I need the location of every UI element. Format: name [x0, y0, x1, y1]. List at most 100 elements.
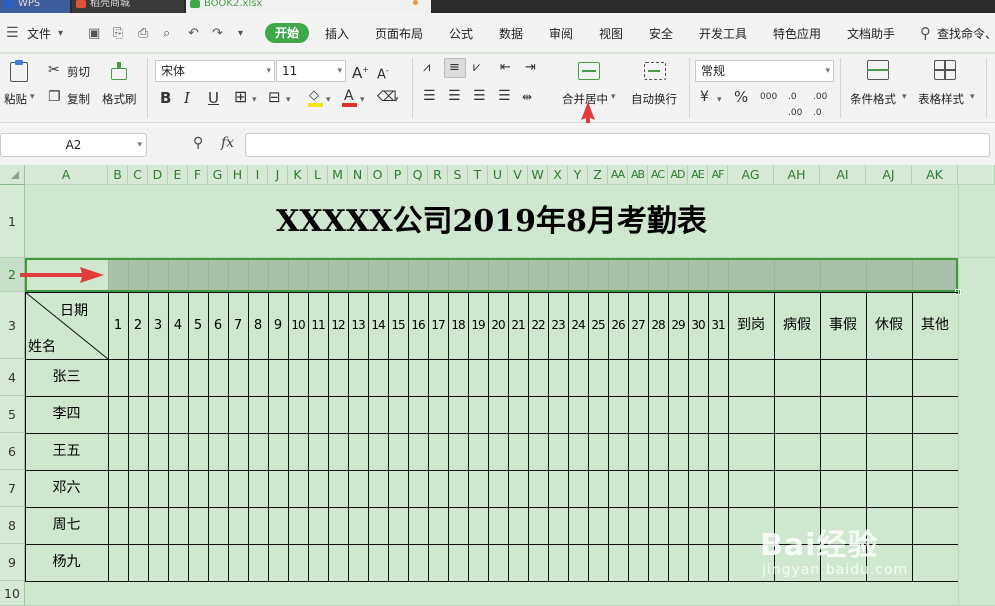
conditional-format-icon[interactable] [867, 60, 891, 82]
chevron-down-icon[interactable]: ▾ [252, 92, 257, 108]
chevron-down-icon[interactable]: ▾ [902, 92, 907, 102]
column-header-d[interactable]: D [148, 165, 168, 185]
menu-file[interactable]: 文件 [27, 25, 51, 43]
decrease-font-icon[interactable]: A- [377, 63, 389, 83]
menu-developer[interactable]: 开发工具 [699, 25, 747, 43]
menu-formulas[interactable]: 公式 [449, 25, 473, 43]
column-header-f[interactable]: F [188, 165, 208, 185]
employee-name[interactable]: 邓六 [25, 470, 108, 507]
format-painter-button[interactable]: 格式刷 [102, 91, 137, 107]
zoom-icon[interactable]: ⚲ [193, 135, 203, 151]
increase-font-icon[interactable]: A+ [352, 62, 369, 81]
day-header[interactable]: 21 [508, 292, 528, 359]
day-header[interactable]: 18 [448, 292, 468, 359]
day-header[interactable]: 5 [188, 292, 208, 359]
column-header-x[interactable]: X [548, 165, 568, 185]
day-header[interactable]: 14 [368, 292, 388, 359]
currency-icon[interactable]: ¥ [700, 89, 709, 105]
day-header[interactable]: 6 [208, 292, 228, 359]
copy-button[interactable]: 复制 [67, 91, 90, 107]
column-header-g[interactable]: G [208, 165, 228, 185]
column-header-h[interactable]: H [228, 165, 248, 185]
align-right-icon[interactable]: ☰ [473, 88, 486, 104]
table-style-button[interactable]: 表格样式 [918, 91, 964, 107]
employee-name[interactable]: 杨九 [25, 544, 108, 581]
column-header-ae[interactable]: AE [688, 165, 708, 185]
export-icon[interactable]: ⎘ [113, 26, 123, 41]
column-header-ag[interactable]: AG [728, 165, 774, 185]
day-header[interactable]: 11 [308, 292, 328, 359]
hamburger-icon[interactable]: ☰ [6, 25, 19, 41]
chevron-down-icon[interactable]: ▾ [30, 92, 35, 102]
align-top-icon[interactable]: ⩘ [423, 60, 430, 76]
align-bottom-icon[interactable]: ⩗ [473, 60, 480, 76]
fill-pattern-icon[interactable]: ⊟ [268, 89, 281, 105]
column-header-t[interactable]: T [468, 165, 488, 185]
day-header[interactable]: 9 [268, 292, 288, 359]
day-header[interactable]: 10 [288, 292, 308, 359]
day-header[interactable]: 28 [648, 292, 668, 359]
day-header[interactable]: 15 [388, 292, 408, 359]
chevron-down-icon[interactable]: ▾ [394, 92, 399, 108]
tab-wps[interactable]: WPS [0, 0, 70, 13]
day-header[interactable]: 4 [168, 292, 188, 359]
column-header-ah[interactable]: AH [774, 165, 820, 185]
column-header-s[interactable]: S [448, 165, 468, 185]
menu-home[interactable]: 开始 [265, 23, 309, 43]
column-header-a[interactable]: A [25, 165, 108, 185]
menu-security[interactable]: 安全 [649, 25, 673, 43]
column-header-ab[interactable]: AB [628, 165, 648, 185]
column-header-p[interactable]: P [388, 165, 408, 185]
employee-name[interactable]: 张三 [25, 359, 108, 396]
row-header-3[interactable]: 3 [0, 292, 25, 359]
borders-icon[interactable]: ⊞ [234, 89, 247, 105]
menu-doc-assistant[interactable]: 文档助手 [847, 25, 895, 43]
day-header[interactable]: 30 [688, 292, 708, 359]
number-format-select[interactable]: 常规 ▾ [695, 60, 834, 82]
bold-icon[interactable]: B [160, 90, 171, 106]
command-search[interactable]: 查找命令、 [937, 25, 995, 43]
selected-range-row-2[interactable] [25, 258, 958, 292]
undo-icon[interactable]: ↶ [188, 26, 199, 41]
tab-book2[interactable]: BOOK2.xlsx [186, 0, 431, 13]
column-header-r[interactable]: R [428, 165, 448, 185]
column-header-u[interactable]: U [488, 165, 508, 185]
day-header[interactable]: 31 [708, 292, 728, 359]
summary-header[interactable]: 到岗 [728, 292, 774, 359]
day-header[interactable]: 7 [228, 292, 248, 359]
column-header-b[interactable]: B [108, 165, 128, 185]
outdent-icon[interactable]: ⇤ [500, 60, 511, 76]
chevron-down-icon[interactable]: ▾ [286, 92, 291, 108]
sheet-title[interactable]: XXXXX公司2019年8月考勤表 [25, 185, 958, 258]
day-header[interactable]: 29 [668, 292, 688, 359]
day-header[interactable]: 13 [348, 292, 368, 359]
menu-review[interactable]: 审阅 [549, 25, 573, 43]
justify-icon[interactable]: ☰ [498, 88, 511, 104]
underline-icon[interactable]: U [208, 90, 219, 106]
menu-view[interactable]: 视图 [599, 25, 623, 43]
wrap-text-icon[interactable] [644, 62, 666, 80]
menu-special[interactable]: 特色应用 [773, 25, 821, 43]
row-header-6[interactable]: 6 [0, 433, 25, 470]
column-header-j[interactable]: J [268, 165, 288, 185]
day-header[interactable]: 3 [148, 292, 168, 359]
day-header[interactable]: 16 [408, 292, 428, 359]
column-header-m[interactable]: M [328, 165, 348, 185]
column-header-n[interactable]: N [348, 165, 368, 185]
day-header[interactable]: 24 [568, 292, 588, 359]
menu-data[interactable]: 数据 [499, 25, 523, 43]
summary-header[interactable]: 事假 [820, 292, 866, 359]
table-style-icon[interactable] [934, 60, 958, 82]
day-header[interactable]: 20 [488, 292, 508, 359]
row-header-9[interactable]: 9 [0, 544, 25, 581]
font-color-icon[interactable]: A [341, 88, 359, 108]
font-name-select[interactable]: 宋体 ▾ [155, 60, 275, 82]
print-preview-icon[interactable]: ⌕ [163, 26, 170, 41]
column-header-w[interactable]: W [528, 165, 548, 185]
menu-insert[interactable]: 插入 [325, 25, 349, 43]
decrease-decimal-icon[interactable]: .00.0 [813, 89, 827, 121]
column-header-ad[interactable]: AD [668, 165, 688, 185]
chevron-down-icon[interactable]: ▾ [717, 92, 722, 108]
paste-button[interactable]: 粘贴 [4, 91, 27, 107]
indent-icon[interactable]: ⇥ [525, 60, 536, 76]
